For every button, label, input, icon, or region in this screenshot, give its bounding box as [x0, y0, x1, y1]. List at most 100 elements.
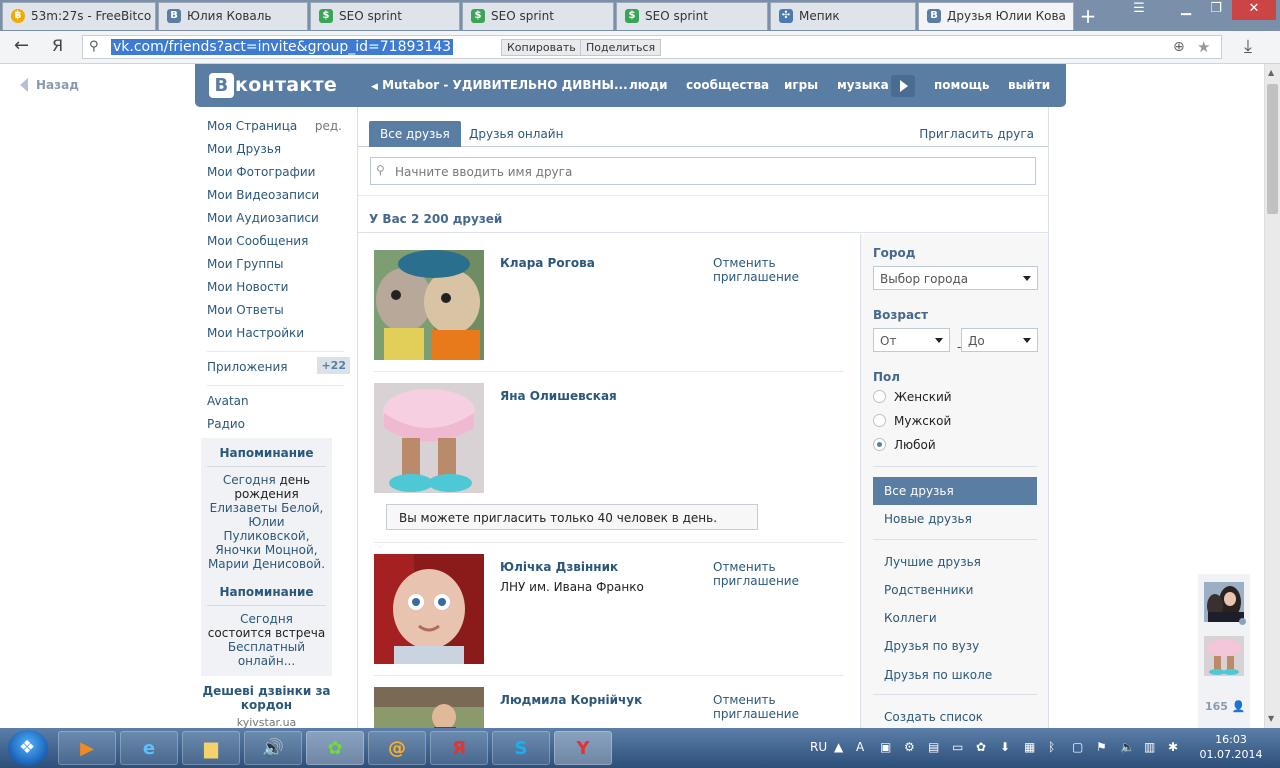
taskbar-yandex-browser[interactable]: Y [554, 731, 612, 765]
tray-update-icon[interactable]: ⬇ [1000, 740, 1010, 754]
browser-tab-mepik[interactable]: ✣ Мепик [770, 2, 916, 30]
copy-url-button[interactable]: Копировать [501, 39, 582, 56]
scroll-up-icon[interactable]: ▲ [1268, 68, 1274, 77]
tray-keyboard-icon[interactable]: ▦ [1024, 740, 1035, 754]
cancel-invite-link[interactable]: Отменить приглашение [713, 693, 844, 721]
back-link[interactable]: Назад [20, 78, 79, 92]
list-school[interactable]: Друзья по школе [873, 661, 1037, 689]
menu-my-videos[interactable]: Мои Видеозаписи [207, 188, 352, 211]
create-list-link[interactable]: Создать список [873, 703, 1037, 728]
menu-my-settings[interactable]: Мои Настройки [207, 326, 352, 349]
menu-my-friends[interactable]: Мои Друзья [207, 142, 352, 165]
nav-logout[interactable]: выйти [1008, 78, 1050, 92]
browser-tab-seo-sprint-2[interactable]: $ SEO sprint [462, 2, 614, 30]
tray-icq-icon[interactable]: ✿ [976, 740, 986, 754]
download-icon[interactable]: ⤓ [1244, 36, 1252, 57]
friend-avatar[interactable] [374, 383, 484, 493]
reminder-today-link[interactable]: Сегодня [240, 612, 293, 626]
system-clock[interactable]: 16:03 01.07.2014 [1196, 732, 1266, 762]
browser-tab-freebitco[interactable]: ฿ 53m:27s - FreeBitco [2, 2, 156, 30]
tray-battery-icon[interactable]: ▭ [952, 740, 963, 754]
taskbar-skype[interactable]: S [492, 731, 550, 765]
url-text[interactable]: vk.com/friends?act=invite&group_id=71893… [111, 39, 454, 55]
zoom-icon[interactable]: ⊕ [1173, 39, 1185, 55]
edit-link[interactable]: ред. [315, 119, 342, 133]
sex-radio-male[interactable]: Мужской [873, 414, 951, 428]
nav-people[interactable]: люди [629, 78, 668, 92]
reminder-people-links[interactable]: Елизаветы Белой, Юлии Пуликовской, Яночк… [207, 501, 326, 571]
taskbar-mail-agent[interactable]: @ [368, 731, 426, 765]
menu-avatan[interactable]: Avatan [207, 394, 352, 417]
menu-my-messages[interactable]: Мои Сообщения [207, 234, 352, 257]
ad-title[interactable]: Дешеві дзвінки за кордон [201, 684, 332, 712]
yandex-logo[interactable]: Я [52, 36, 63, 55]
star-icon[interactable]: ★ [1197, 38, 1210, 56]
dock-avatar[interactable] [1204, 636, 1244, 676]
city-select[interactable]: Выбор города [873, 266, 1038, 290]
list-all-friends[interactable]: Все друзья [873, 477, 1037, 505]
tray-expand-icon[interactable]: ▲ [834, 740, 843, 754]
menu-my-photos[interactable]: Мои Фотографии [207, 165, 352, 188]
reminder-today-link[interactable]: Сегодня [223, 473, 276, 487]
nav-games[interactable]: игры [784, 78, 818, 92]
friend-avatar[interactable] [374, 687, 484, 728]
minimize-icon[interactable]: ▁ [1170, 0, 1202, 20]
new-tab-button[interactable]: + [1077, 4, 1099, 28]
language-indicator[interactable]: RU [810, 740, 827, 754]
radio-circle-selected[interactable] [873, 438, 886, 451]
network-icon[interactable]: ▥ [1144, 740, 1155, 754]
friend-name[interactable]: Яна Олишевская [500, 389, 617, 403]
tray-green-icon[interactable]: ▣ [880, 740, 891, 754]
sex-radio-any[interactable]: Любой [873, 438, 936, 452]
cancel-invite-link[interactable]: Отменить приглашение [713, 560, 844, 588]
browser-tab-seo-sprint-3[interactable]: $ SEO sprint [616, 2, 768, 30]
taskbar-yandex[interactable]: Я [430, 731, 488, 765]
share-url-button[interactable]: Поделиться [580, 39, 662, 56]
tray-app-icon[interactable]: A [856, 740, 864, 754]
friend-name[interactable]: Юлічка Дзвінник [500, 560, 618, 574]
reminder-event-link[interactable]: Бесплатный онлайн... [228, 640, 305, 668]
menu-icon[interactable]: ☰ [1123, 0, 1155, 20]
tray-misc-icon[interactable]: ✱ [1168, 740, 1178, 754]
nav-communities[interactable]: сообщества [686, 78, 769, 92]
friend-name[interactable]: Людмила Корнійчук [500, 693, 642, 707]
list-relatives[interactable]: Родственники [873, 576, 1037, 604]
ad-source[interactable]: kyivstar.ua [201, 716, 332, 728]
back-arrow-icon[interactable]: ← [14, 35, 29, 56]
url-field[interactable]: ⚲ vk.com/friends?act=invite&group_id=718… [82, 35, 1222, 59]
taskbar-icq[interactable]: ✿ [306, 731, 364, 765]
menu-my-page[interactable]: Моя Страница ред. [207, 119, 352, 142]
action-center-flag-icon[interactable]: ⚑ [1096, 740, 1107, 754]
list-colleagues[interactable]: Коллеги [873, 604, 1037, 632]
start-button[interactable] [8, 730, 48, 766]
tab-friends-online[interactable]: Друзья онлайн [458, 121, 574, 147]
cancel-invite-link[interactable]: Отменить приглашение [713, 256, 844, 284]
invite-friend-link[interactable]: Пригласить друга [919, 127, 1034, 141]
dock-avatar[interactable] [1204, 582, 1244, 622]
now-playing-link[interactable]: ◀ Mutabor - УДИВИТЕЛЬНО ДИВНЫ... [371, 78, 628, 92]
dock-friend-count[interactable]: 165 👤 [1205, 700, 1246, 713]
nav-music[interactable]: музыка [837, 78, 889, 92]
friend-avatar[interactable] [374, 554, 484, 664]
close-icon[interactable]: ✕ [1232, 0, 1276, 20]
vk-logo[interactable]: Вконтакте [209, 73, 337, 98]
age-from-select[interactable]: От [873, 328, 950, 352]
friend-university[interactable]: ЛНУ им. Ивана Франко [500, 580, 644, 594]
bluetooth-icon[interactable]: ᛒ [1048, 740, 1055, 754]
taskbar-file-explorer[interactable]: ▆ [182, 731, 240, 765]
friend-name[interactable]: Клара Рогова [500, 256, 595, 270]
friend-search-input[interactable]: ⚲ Начните вводить имя друга [370, 157, 1036, 185]
radio-circle[interactable] [873, 414, 886, 427]
scroll-down-icon[interactable]: ▼ [1268, 714, 1274, 723]
list-university[interactable]: Друзья по вузу [873, 632, 1037, 660]
apps-count-badge[interactable]: +22 [317, 357, 350, 374]
scrollbar-thumb[interactable] [1267, 84, 1278, 214]
maximize-icon[interactable]: ❐ [1200, 0, 1232, 20]
browser-tab-seo-sprint-1[interactable]: $ SEO sprint [310, 2, 460, 30]
tab-all-friends[interactable]: Все друзья [369, 121, 461, 147]
browser-tab-friends-active[interactable]: В Друзья Юлии Кова [918, 2, 1074, 30]
volume-icon[interactable]: 🔈 [1120, 740, 1135, 754]
list-best-friends[interactable]: Лучшие друзья [873, 548, 1037, 576]
sex-radio-female[interactable]: Женский [873, 390, 952, 404]
nav-help[interactable]: помощь [934, 78, 989, 92]
